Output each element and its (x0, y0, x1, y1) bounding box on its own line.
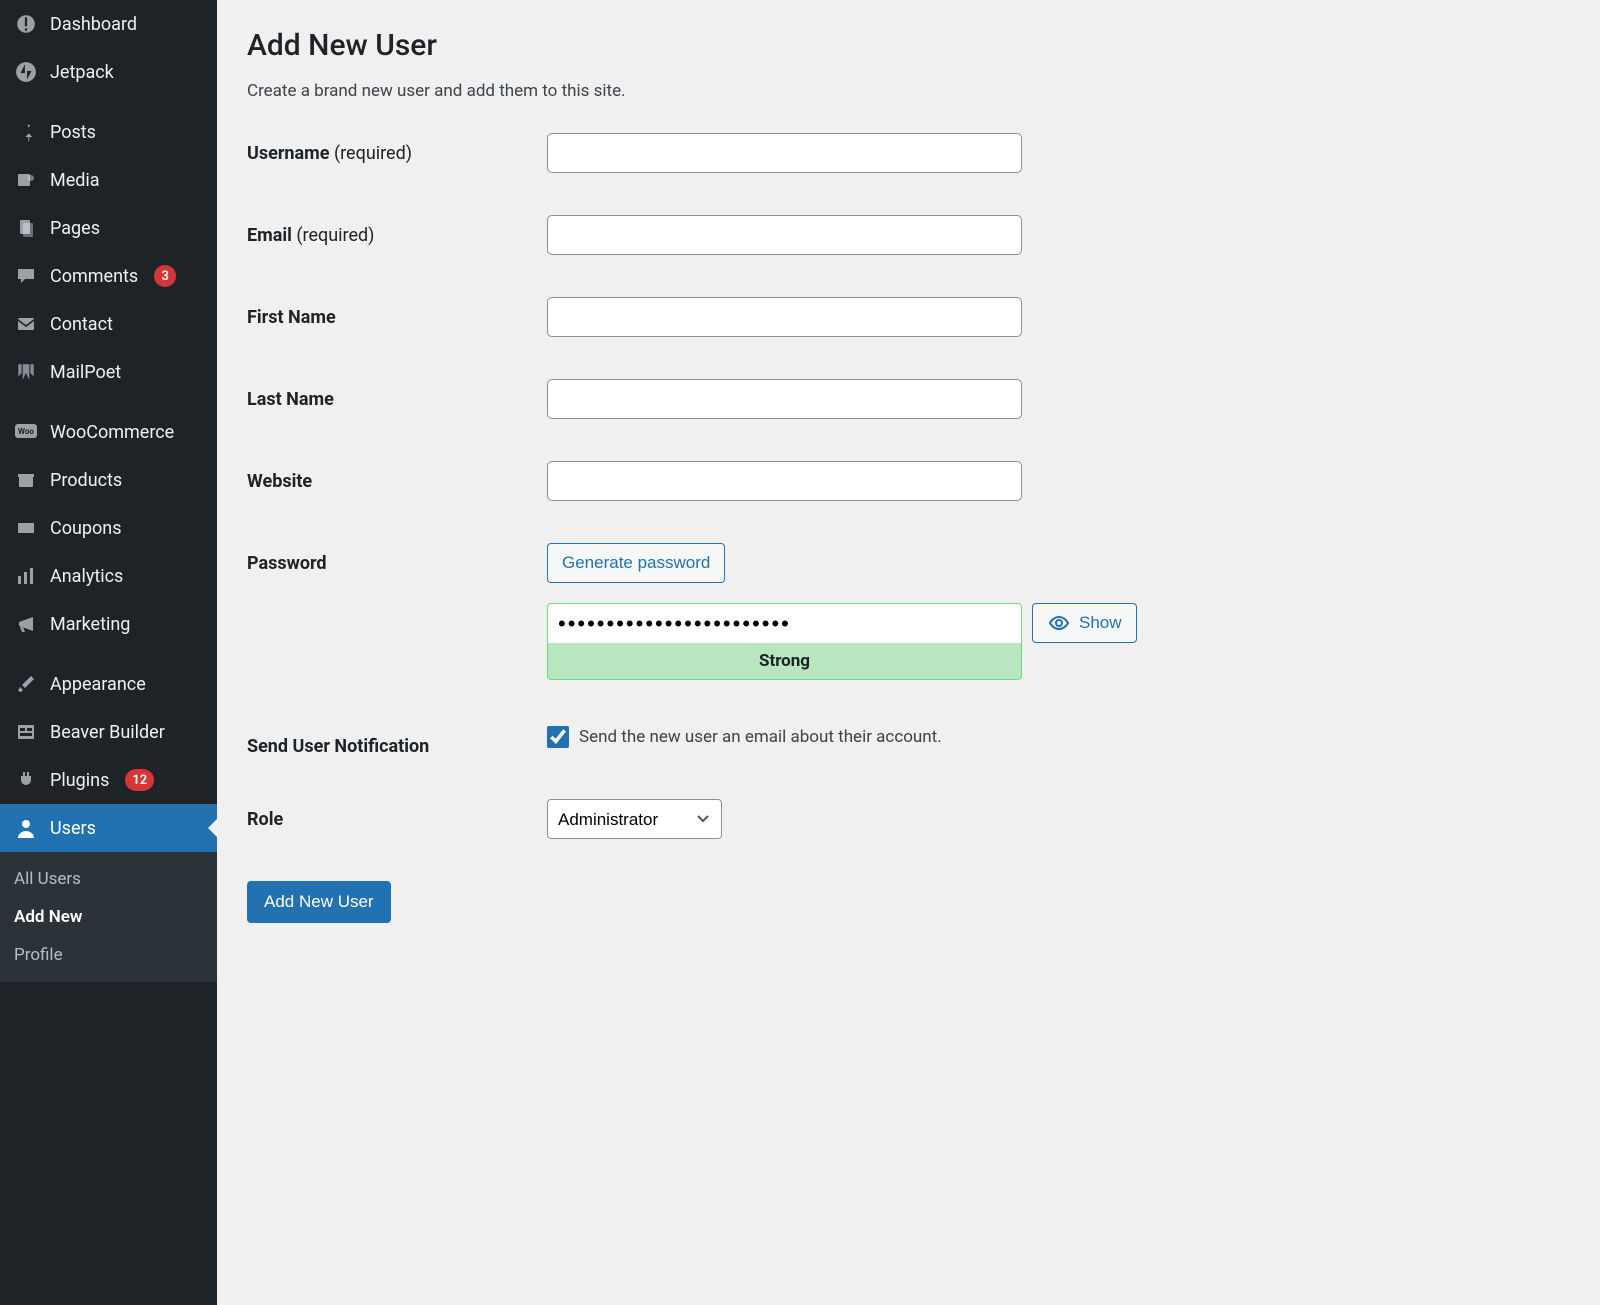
pages-icon (14, 216, 38, 240)
sidebar-item-beaver-builder[interactable]: Beaver Builder (0, 708, 217, 756)
sidebar-item-comments[interactable]: Comments 3 (0, 252, 217, 300)
lastname-label: Last Name (247, 379, 547, 410)
page-title: Add New User (247, 28, 1570, 63)
user-icon (14, 816, 38, 840)
main-content: Add New User Create a brand new user and… (217, 0, 1600, 1305)
brush-icon (14, 672, 38, 696)
firstname-input[interactable] (547, 297, 1022, 337)
sidebar-item-jetpack[interactable]: Jetpack (0, 48, 217, 96)
username-label: Username (required) (247, 133, 547, 164)
email-input[interactable] (547, 215, 1022, 255)
sidebar-item-media[interactable]: Media (0, 156, 217, 204)
marketing-icon (14, 612, 38, 636)
sidebar-item-label: Users (50, 818, 96, 839)
password-label: Password (247, 543, 547, 574)
sidebar-item-label: Analytics (50, 566, 123, 587)
coupons-icon (14, 516, 38, 540)
comments-badge: 3 (154, 265, 176, 287)
sidebar-item-label: Dashboard (50, 14, 137, 35)
media-icon (14, 168, 38, 192)
sidebar-item-dashboard[interactable]: Dashboard (0, 0, 217, 48)
generate-password-button[interactable]: Generate password (547, 543, 725, 583)
email-label: Email (required) (247, 215, 547, 246)
lastname-input[interactable] (547, 379, 1022, 419)
jetpack-icon (14, 60, 38, 84)
dashboard-icon (14, 12, 38, 36)
password-input[interactable] (547, 603, 1022, 643)
role-label: Role (247, 799, 547, 830)
sidebar-item-label: Plugins (50, 770, 109, 791)
sidebar-item-appearance[interactable]: Appearance (0, 660, 217, 708)
website-input[interactable] (547, 461, 1022, 501)
role-select[interactable]: Administrator (547, 799, 722, 839)
plugins-badge: 12 (125, 769, 154, 791)
products-icon (14, 468, 38, 492)
sidebar-item-mailpoet[interactable]: MailPoet (0, 348, 217, 396)
analytics-icon (14, 564, 38, 588)
submenu-profile[interactable]: Profile (0, 936, 217, 974)
sidebar-item-marketing[interactable]: Marketing (0, 600, 217, 648)
pin-icon (14, 120, 38, 144)
sidebar-item-label: Posts (50, 122, 96, 143)
sidebar-item-users[interactable]: Users (0, 804, 217, 852)
send-notification-checkbox[interactable] (547, 726, 569, 748)
sidebar-item-label: Comments (50, 266, 138, 287)
sidebar-item-posts[interactable]: Posts (0, 108, 217, 156)
sidebar-item-label: Contact (50, 314, 113, 335)
sidebar-item-coupons[interactable]: Coupons (0, 504, 217, 552)
sidebar-item-label: Coupons (50, 518, 122, 539)
admin-sidebar: Dashboard Jetpack Posts Media Pages Comm… (0, 0, 217, 1305)
submenu-all-users[interactable]: All Users (0, 860, 217, 898)
send-notification-text: Send the new user an email about their a… (579, 727, 942, 747)
sidebar-item-products[interactable]: Products (0, 456, 217, 504)
send-notification-label: Send User Notification (247, 726, 547, 757)
sidebar-item-label: Appearance (50, 674, 146, 695)
show-password-button[interactable]: Show (1032, 603, 1137, 643)
password-strength: Strong (547, 643, 1022, 680)
comment-icon (14, 264, 38, 288)
sidebar-item-plugins[interactable]: Plugins 12 (0, 756, 217, 804)
sidebar-item-label: Beaver Builder (50, 722, 165, 743)
sidebar-item-analytics[interactable]: Analytics (0, 552, 217, 600)
beaver-icon (14, 720, 38, 744)
add-user-submit-button[interactable]: Add New User (247, 881, 391, 923)
sidebar-item-label: Jetpack (50, 62, 114, 83)
sidebar-item-contact[interactable]: Contact (0, 300, 217, 348)
page-subhead: Create a brand new user and add them to … (247, 81, 1570, 101)
mail-icon (14, 312, 38, 336)
sidebar-item-label: WooCommerce (50, 422, 174, 443)
sidebar-item-label: Pages (50, 218, 100, 239)
sidebar-item-pages[interactable]: Pages (0, 204, 217, 252)
svg-text:Woo: Woo (18, 427, 34, 436)
plugin-icon (14, 768, 38, 792)
sidebar-item-label: Media (50, 170, 100, 191)
username-input[interactable] (547, 133, 1022, 173)
sidebar-item-woocommerce[interactable]: Woo WooCommerce (0, 408, 217, 456)
firstname-label: First Name (247, 297, 547, 328)
mailpoet-icon (14, 360, 38, 384)
sidebar-item-label: MailPoet (50, 362, 121, 383)
sidebar-item-label: Marketing (50, 614, 130, 635)
eye-icon (1047, 611, 1071, 635)
users-submenu: All Users Add New Profile (0, 852, 217, 982)
submenu-add-new[interactable]: Add New (0, 898, 217, 936)
website-label: Website (247, 461, 547, 492)
sidebar-item-label: Products (50, 470, 122, 491)
woocommerce-icon: Woo (14, 420, 38, 444)
